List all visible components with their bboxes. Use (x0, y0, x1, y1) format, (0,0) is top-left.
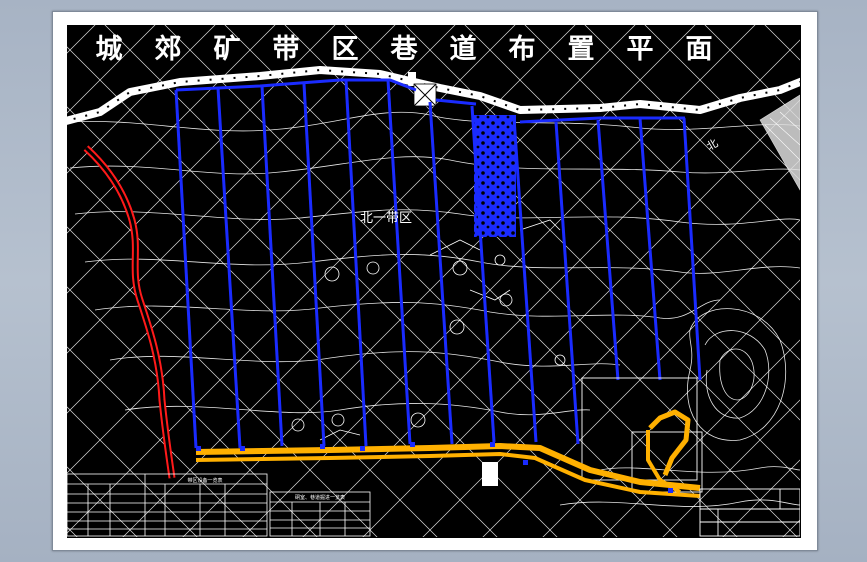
working-face-roadway (386, 79, 412, 445)
grid-line (67, 526, 78, 537)
hatched-area (759, 94, 800, 191)
working-face-roadway (512, 117, 538, 443)
working-face-roadways (174, 79, 702, 449)
working-face-roadway (260, 85, 284, 447)
grid-line (482, 219, 800, 537)
grid-line (0, 20, 40, 560)
working-face-roadway (682, 117, 702, 381)
zone-label: 北一带区 (360, 211, 412, 226)
grid-line (782, 519, 800, 537)
grid-line (764, 25, 800, 61)
river (83, 145, 176, 479)
grid-line (644, 25, 800, 181)
grid-line (464, 25, 800, 361)
title-block[interactable] (699, 488, 800, 537)
grid-line (0, 20, 40, 560)
equipment-table-title: 带区设备一览表 (187, 477, 222, 484)
working-face-roadway (174, 89, 198, 449)
chamber-table-title: 硐室、巷道掘进一览表 (295, 494, 345, 501)
working-face-roadway (216, 87, 242, 449)
cad-drawing-canvas[interactable]: 城郊矿带区巷道布置平面 北一带区 北 带区设备一览表 硐室、巷道掘进一览表 (0, 0, 867, 562)
working-face-roadway (302, 83, 326, 447)
grid-line (820, 20, 867, 560)
drawing-title: 城郊矿带区巷道布置平面 (96, 33, 745, 65)
grid-line (820, 20, 867, 560)
working-face-roadway (344, 79, 368, 447)
working-face-roadway (428, 101, 454, 445)
working-face-roadway (554, 121, 580, 445)
grid-line (662, 399, 800, 537)
grid-line (67, 286, 318, 537)
surface-building (482, 462, 498, 486)
north-label: 北 (704, 137, 720, 154)
grid-line (67, 25, 336, 294)
grid-line (67, 25, 96, 54)
